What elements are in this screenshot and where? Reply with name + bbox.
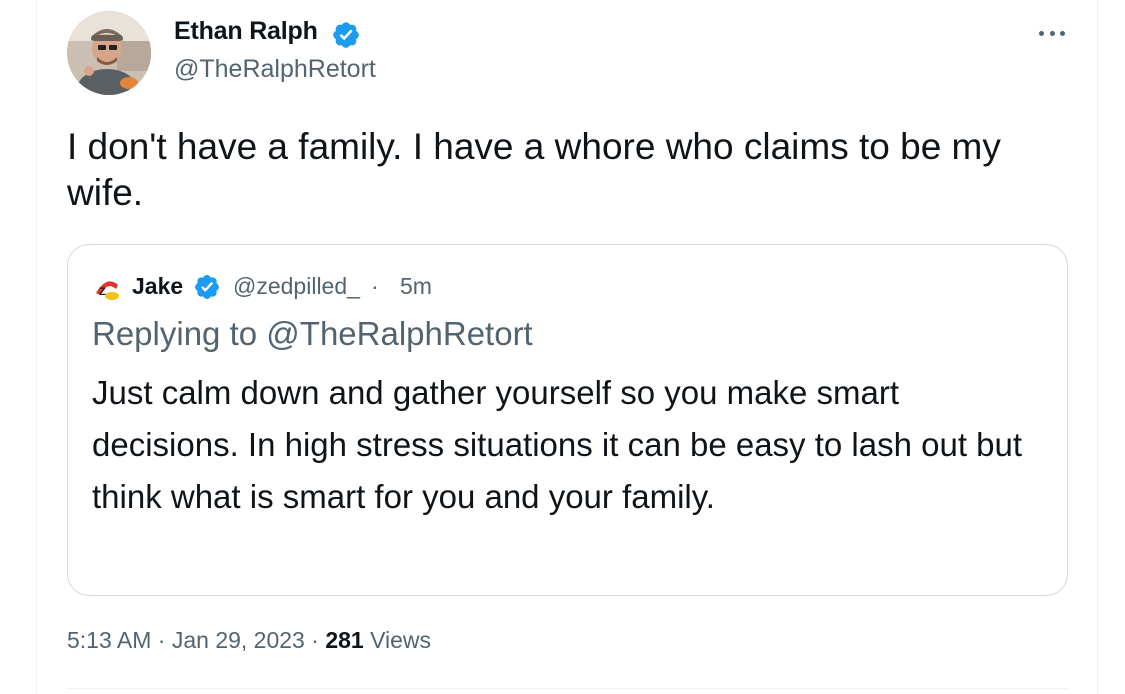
more-options-icon[interactable]	[1036, 22, 1068, 44]
quoted-author-avatar-icon: Z	[93, 274, 121, 302]
more-dot	[1039, 30, 1044, 36]
meta-separator: ·	[151, 627, 172, 653]
meta-separator: ·	[304, 627, 326, 653]
replying-to-label: Replying to	[92, 315, 258, 352]
verified-badge-icon	[195, 275, 219, 299]
frame-border-right	[1097, 0, 1098, 694]
tweet-text: I don't have a family. I have a whore wh…	[67, 126, 1012, 213]
more-dot	[1049, 30, 1055, 36]
replying-to-handle[interactable]: @TheRalphRetort	[266, 315, 532, 352]
quoted-tweet-card[interactable]: Z Jake @zedpilled_ · 5m Replying to @The…	[67, 244, 1068, 596]
views-count[interactable]: 281	[325, 627, 363, 653]
quoted-author-handle: @zedpilled_	[233, 273, 360, 299]
frame-border-left	[36, 0, 37, 694]
verified-badge-icon	[333, 22, 359, 48]
author-avatar[interactable]	[67, 11, 151, 95]
quoted-tweet-text: Just calm down and gather yourself so yo…	[92, 374, 1023, 515]
replying-to-line: Replying to @TheRalphRetort	[92, 315, 533, 353]
tweet-meta: 5:13 AM · Jan 29, 2023 · 281 Views	[67, 627, 431, 654]
tweet-time[interactable]: 5:13 AM	[67, 627, 151, 653]
more-dot	[1060, 30, 1065, 36]
avatar-photo	[67, 11, 151, 95]
divider	[67, 688, 1068, 689]
tweet-date[interactable]: Jan 29, 2023	[172, 627, 305, 653]
views-label: Views	[363, 627, 432, 653]
author-handle[interactable]: @TheRalphRetort	[174, 55, 376, 84]
svg-text:Z: Z	[99, 286, 106, 298]
quoted-timestamp: 5m	[400, 273, 432, 299]
quoted-separator: ·	[371, 273, 379, 299]
author-name[interactable]: Ethan Ralph	[174, 17, 318, 46]
quoted-author-name: Jake	[132, 273, 184, 299]
